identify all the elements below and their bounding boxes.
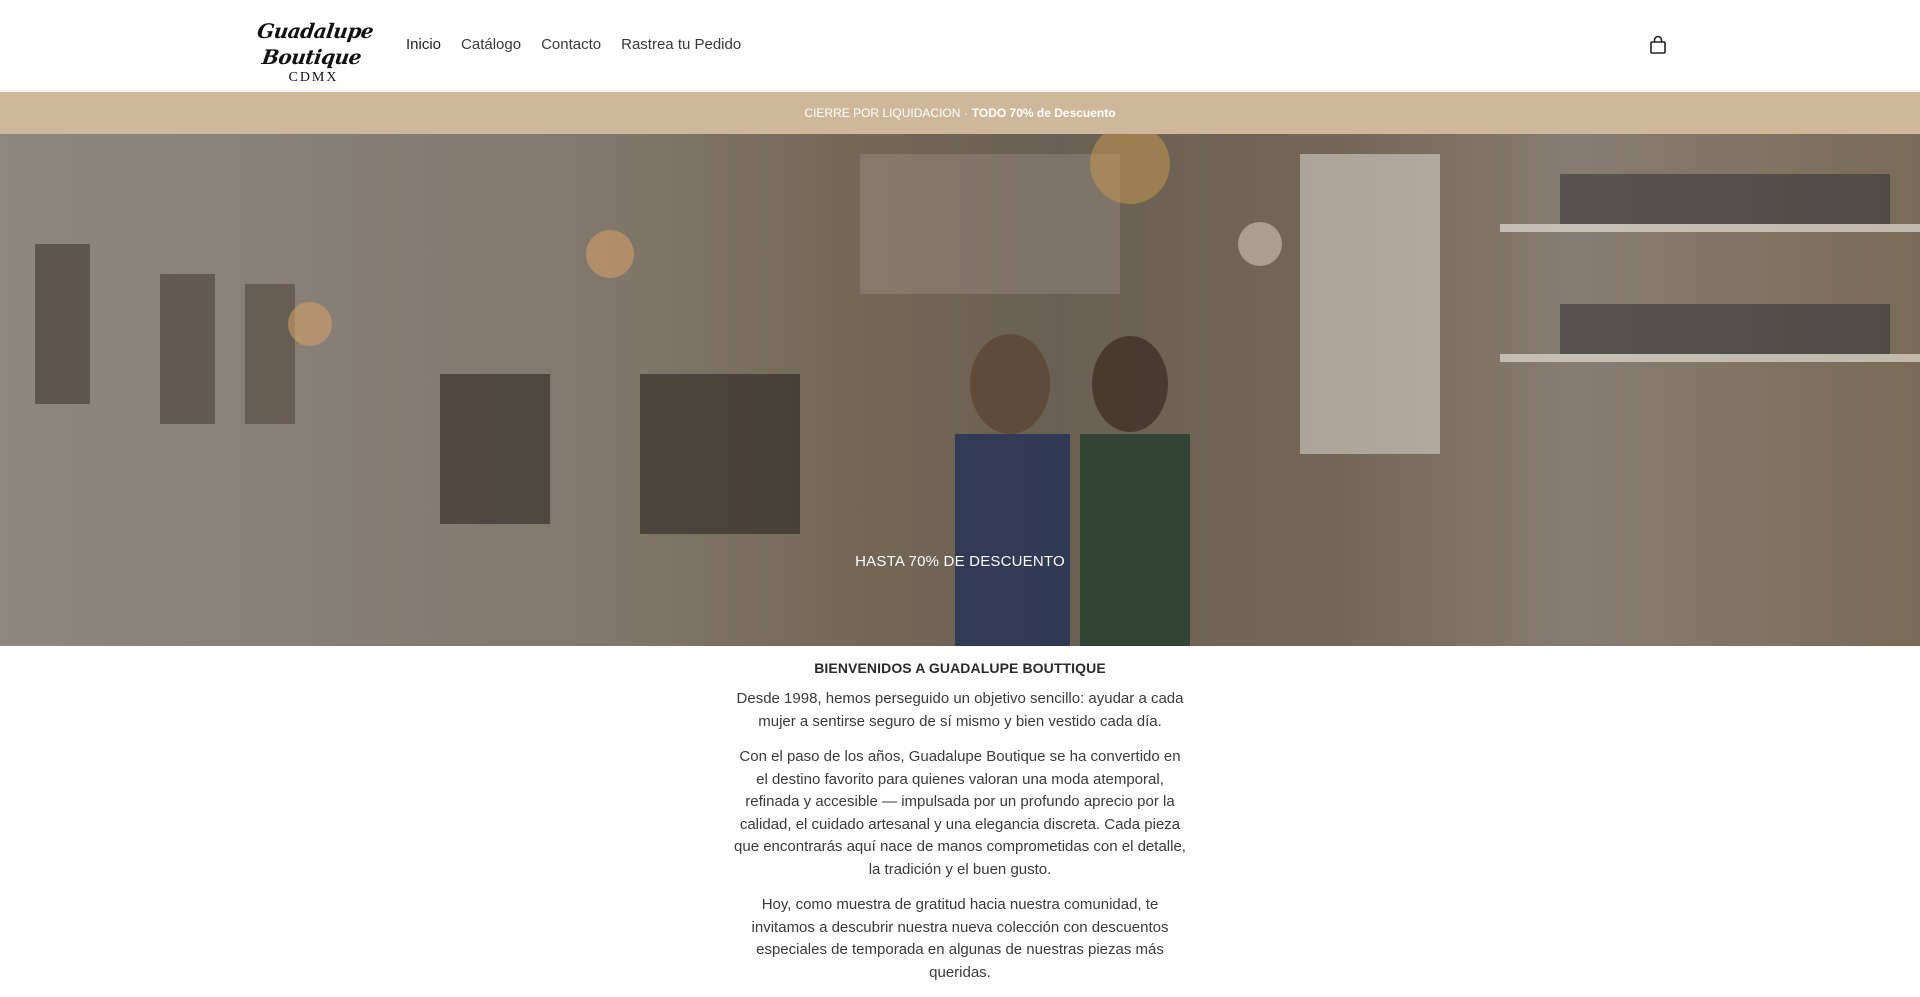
announcement-bar: CIERRE POR LIQUIDACION · TODO 70% de Des… (0, 92, 1920, 134)
logo-script-text: Guadalupe Boutique (255, 19, 375, 69)
nav-inicio[interactable]: Inicio (406, 36, 441, 53)
nav-rastrea-pedido[interactable]: Rastrea tu Pedido (621, 36, 741, 53)
welcome-paragraph-3: Hoy, como muestra de gratitud hacia nues… (751, 896, 1169, 981)
store-logo[interactable]: Guadalupe Boutique CDMX (241, 18, 386, 85)
main-nav: Inicio Catálogo Contacto Rastrea tu Pedi… (406, 36, 741, 53)
nav-catalogo[interactable]: Catálogo (461, 36, 521, 53)
site-header: Guadalupe Boutique CDMX Inicio Catálogo … (0, 0, 1920, 91)
shopping-bag-icon[interactable] (1647, 34, 1669, 56)
hero-caption: HASTA 70% DE DESCUENTO (855, 553, 1065, 570)
welcome-paragraph-1: Desde 1998, hemos perseguido un objetivo… (736, 690, 1184, 730)
welcome-section: BIENVENIDOS A GUADALUPE BOUTTIQUE Desde … (0, 660, 1920, 997)
welcome-heading: BIENVENIDOS A GUADALUPE BOUTTIQUE (814, 660, 1106, 676)
logo-subtitle: CDMX (288, 70, 339, 85)
announcement-highlight: TODO 70% de Descuento (971, 106, 1116, 120)
announcement-prefix: CIERRE POR LIQUIDACION · (804, 106, 968, 120)
hero-banner: HASTA 70% DE DESCUENTO (0, 134, 1920, 646)
welcome-paragraph-2: Con el paso de los años, Guadalupe Bouti… (734, 748, 1186, 878)
nav-contacto[interactable]: Contacto (541, 36, 601, 53)
